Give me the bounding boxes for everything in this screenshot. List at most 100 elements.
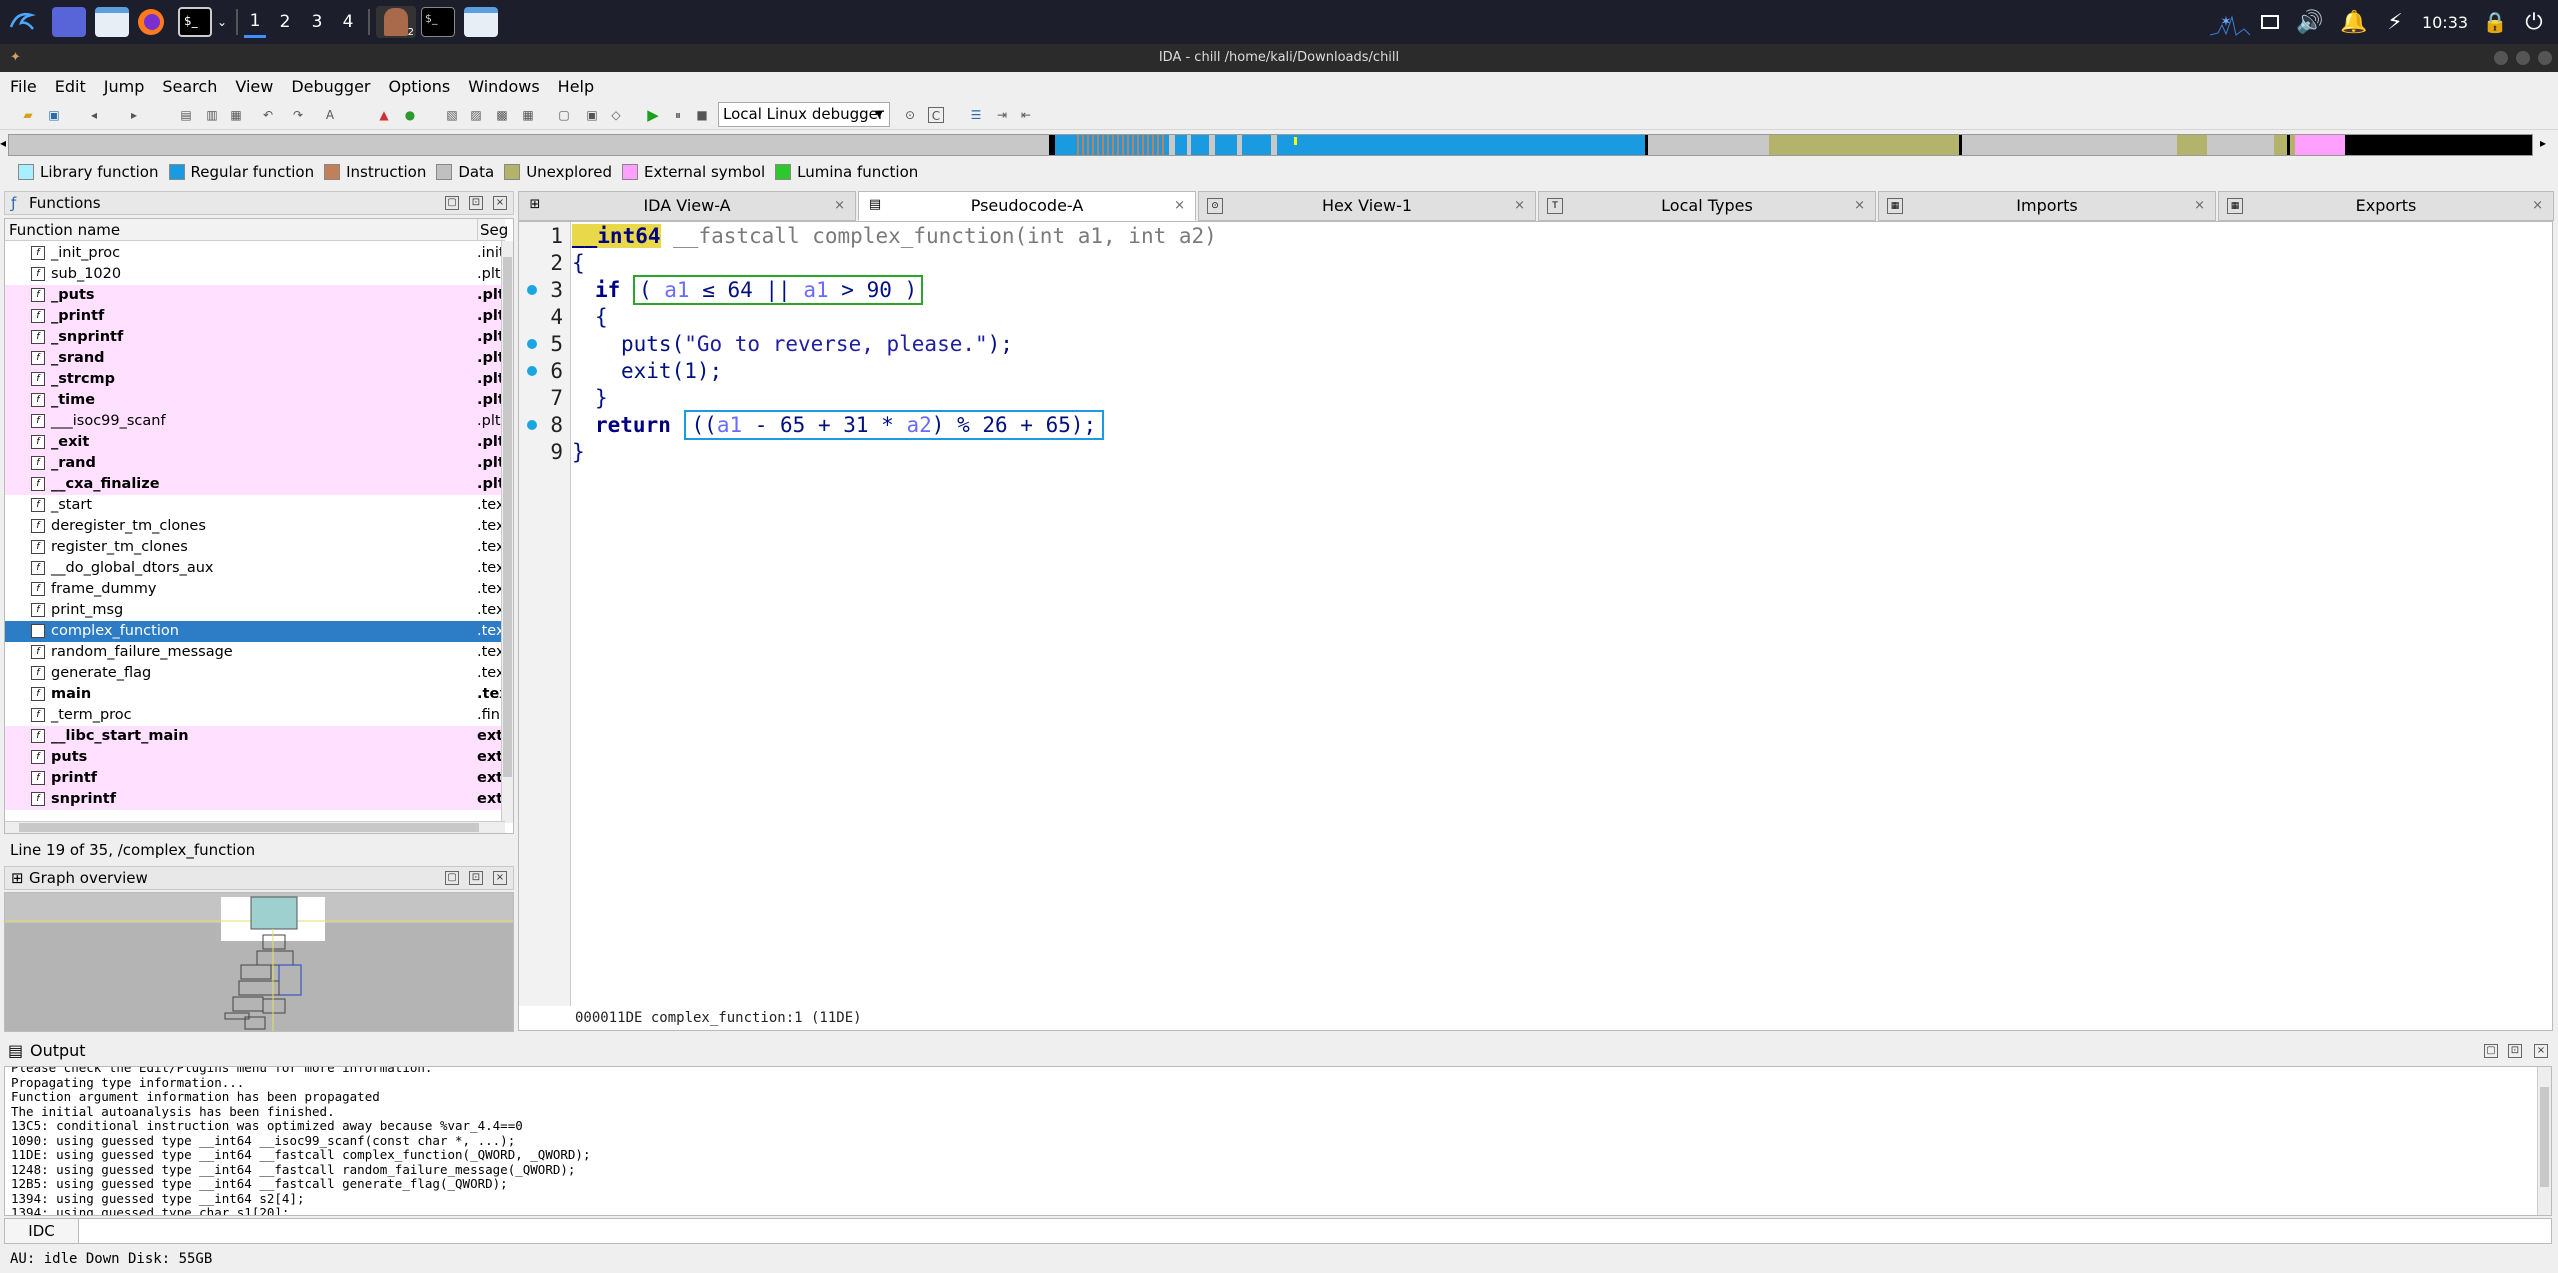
paste-icon[interactable]: ▥: [204, 107, 220, 123]
function-row[interactable]: f _printf .plt: [5, 306, 503, 327]
hscrollbar-thumb[interactable]: [19, 823, 479, 832]
function-row[interactable]: f random_failure_message .text: [5, 642, 503, 663]
strings-icon[interactable]: ▣: [584, 107, 600, 123]
tab-close-icon[interactable]: ×: [2532, 192, 2543, 220]
analysis-icon[interactable]: ●: [402, 107, 418, 123]
menu-file[interactable]: File: [10, 77, 37, 96]
terminal-task-icon[interactable]: $_: [420, 6, 456, 38]
power-battery-icon[interactable]: ⚡: [2382, 6, 2408, 38]
workspace-2[interactable]: 2: [274, 6, 296, 38]
graph-close-button[interactable]: ×: [493, 871, 507, 885]
function-row[interactable]: f _puts .plt: [5, 285, 503, 306]
function-row[interactable]: fmain .text: [5, 684, 503, 705]
function-row[interactable]: f print_msg .text: [5, 600, 503, 621]
function-row[interactable]: f _snprintf .plt: [5, 327, 503, 348]
function-row[interactable]: fputs extern: [5, 747, 503, 768]
function-signature[interactable]: __fastcall complex_function(int a1, int …: [661, 224, 1217, 248]
workspace-1[interactable]: 1: [244, 6, 266, 38]
files-task-icon[interactable]: [462, 6, 500, 38]
menu-options[interactable]: Options: [389, 77, 451, 96]
function-row[interactable]: f deregister_tm_clones .text: [5, 516, 503, 537]
function-row[interactable]: f sub_1020 .plt: [5, 264, 503, 285]
back-icon[interactable]: ◂: [86, 107, 102, 123]
code-line-8[interactable]: return ((a1 - 65 + 31 * a2) % 26 + 65);: [595, 410, 1105, 440]
function-row[interactable]: f _start .text: [5, 495, 503, 516]
minimize-button[interactable]: [2494, 51, 2508, 65]
function-row[interactable]: f frame_dummy .text: [5, 579, 503, 600]
function-row[interactable]: f snprintf extern: [5, 789, 503, 810]
names-icon[interactable]: ▦: [520, 107, 536, 123]
function-row[interactable]: f _init_proc .init: [5, 243, 503, 264]
scrollbar-thumb[interactable]: [503, 257, 512, 777]
output-float-button[interactable]: ▢: [2484, 1044, 2498, 1058]
debugger-select[interactable]: Local Linux debugger ▼: [718, 102, 890, 127]
open-icon[interactable]: ▰: [20, 107, 36, 123]
function-row[interactable]: f _strcmp .plt: [5, 369, 503, 390]
function-row[interactable]: f _term_proc .fini: [5, 705, 503, 726]
tab-close-icon[interactable]: ×: [834, 192, 845, 220]
tab-hex-view-1[interactable]: ⊙ Hex View-1 ×: [1198, 191, 1536, 221]
code-line-7[interactable]: }: [595, 386, 608, 410]
graph-restore-button[interactable]: ⊡: [469, 871, 483, 885]
volume-icon[interactable]: 🔊: [2296, 6, 2324, 38]
segments-icon[interactable]: ▧: [444, 107, 460, 123]
terminal-dropdown-icon[interactable]: ⌄: [216, 6, 228, 38]
text-icon[interactable]: A: [322, 107, 338, 123]
code-line-3[interactable]: if ( a1 ≤ 64 || a1 > 90 ): [595, 275, 924, 305]
outdent-icon[interactable]: ⇤: [1018, 107, 1034, 123]
menu-help[interactable]: Help: [558, 77, 594, 96]
panel-close-button[interactable]: ×: [493, 196, 507, 210]
pseudocode-icon[interactable]: C: [928, 107, 944, 123]
function-row[interactable]: f _time .plt: [5, 390, 503, 411]
code-line-6[interactable]: exit(1);: [621, 359, 722, 383]
copy-icon[interactable]: ▤: [178, 107, 194, 123]
menu-windows[interactable]: Windows: [468, 77, 539, 96]
tab-close-icon[interactable]: ×: [1514, 192, 1525, 220]
idc-command-input[interactable]: [85, 1219, 2551, 1243]
close-window-button[interactable]: [2538, 51, 2552, 65]
structs-icon[interactable]: ▨: [468, 107, 484, 123]
tab-local-types[interactable]: T Local Types ×: [1538, 191, 1876, 221]
function-row[interactable]: f ___isoc99_scanf .plt: [5, 411, 503, 432]
output-log[interactable]: Please check the Edit/Plugins menu for m…: [4, 1066, 2552, 1216]
function-row[interactable]: f register_tm_clones .text: [5, 537, 503, 558]
nav-right-arrow-icon[interactable]: ▸: [2540, 136, 2546, 150]
functions-list[interactable]: Function name Seg f _init_proc .init f sub_1…: [4, 218, 514, 834]
function-row[interactable]: f _rand .plt: [5, 453, 503, 474]
enums-icon[interactable]: ▩: [494, 107, 510, 123]
output-restore-button[interactable]: ⊡: [2508, 1044, 2522, 1058]
save-icon[interactable]: ▣: [46, 107, 62, 123]
graph-overview[interactable]: [4, 892, 514, 1032]
lock-icon[interactable]: 🔒: [2482, 6, 2508, 38]
output-close-button[interactable]: ×: [2534, 1044, 2548, 1058]
function-row[interactable]: f complex_function .text: [5, 621, 503, 642]
terminal-icon[interactable]: $_: [176, 6, 214, 38]
pseudocode-view[interactable]: 1 2 3 4 5 6 7 8 9 __int64 __fastcall com…: [518, 221, 2553, 1031]
function-row[interactable]: fprintf extern: [5, 768, 503, 789]
function-row[interactable]: f __do_global_dtors_aux .text: [5, 558, 503, 579]
stop-icon[interactable]: ■: [694, 107, 710, 123]
workspace-3[interactable]: 3: [306, 6, 328, 38]
function-row[interactable]: f _exit .plt: [5, 432, 503, 453]
file-manager-icon[interactable]: [95, 6, 129, 38]
code-line-1[interactable]: __int64 __fastcall complex_function(int …: [572, 224, 1217, 248]
display-icon[interactable]: [2258, 6, 2282, 38]
idc-language-button[interactable]: IDC: [5, 1219, 79, 1243]
graph-view-icon[interactable]: ▲: [376, 107, 392, 123]
tab-exports[interactable]: ▦ Exports ×: [2218, 191, 2554, 221]
redo-icon[interactable]: ↷: [290, 107, 306, 123]
function-row[interactable]: f __libc_start_main extern: [5, 726, 503, 747]
code-line-4[interactable]: {: [595, 305, 608, 329]
ida-task-icon[interactable]: 2: [376, 6, 416, 38]
cut-icon[interactable]: ▦: [228, 107, 244, 123]
code-line-2[interactable]: {: [572, 251, 585, 275]
return-type[interactable]: __int64: [572, 224, 661, 248]
tab-close-icon[interactable]: ×: [2194, 192, 2205, 220]
tab-close-icon[interactable]: ×: [1174, 192, 1185, 220]
firefox-icon[interactable]: [136, 6, 166, 38]
panel-float-button[interactable]: ▢: [445, 196, 459, 210]
functions-horizontal-scrollbar[interactable]: [5, 821, 505, 833]
workspace-4[interactable]: 4: [337, 6, 359, 38]
menu-jump[interactable]: Jump: [104, 77, 145, 96]
tab-pseudocode-a[interactable]: ▤ Pseudocode-A ×: [858, 191, 1196, 221]
